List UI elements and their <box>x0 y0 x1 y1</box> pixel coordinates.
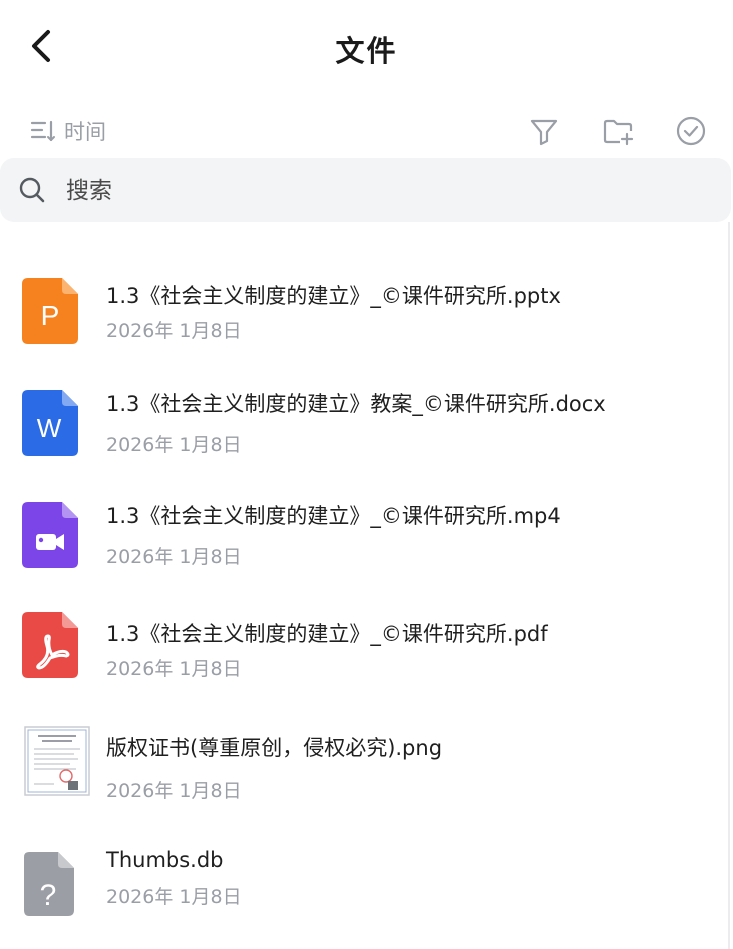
check-circle-icon <box>676 116 706 146</box>
file-list-item[interactable]: P 1.3《社会主义制度的建立》_©课件研究所.pptx 2026年 1月8日 <box>0 268 727 368</box>
folder-add-icon <box>603 119 634 146</box>
toolbar: 时间 <box>0 108 733 154</box>
new-folder-button[interactable] <box>601 114 635 148</box>
file-date: 2026年 1月8日 <box>106 886 242 908</box>
file-list-item[interactable]: 1.3《社会主义制度的建立》_©课件研究所.mp4 2026年 1月8日 <box>0 494 727 594</box>
file-name: 1.3《社会主义制度的建立》_©课件研究所.pdf <box>106 622 548 646</box>
file-list-item[interactable]: 版权证书(尊重原创，侵权必究).png 2026年 1月8日 <box>0 724 727 824</box>
filter-icon <box>530 119 558 146</box>
search-input[interactable] <box>64 170 688 212</box>
scroll-edge <box>728 222 730 949</box>
file-date: 2026年 1月8日 <box>106 320 242 342</box>
ppt-file-icon: P <box>22 278 78 344</box>
select-button[interactable] <box>674 114 708 148</box>
file-list-item[interactable]: 1.3《社会主义制度的建立》_©课件研究所.pdf 2026年 1月8日 <box>0 606 727 706</box>
file-list-item[interactable]: W 1.3《社会主义制度的建立》教案_©课件研究所.docx 2026年 1月8… <box>0 382 727 482</box>
file-date: 2026年 1月8日 <box>106 434 242 456</box>
svg-text:W: W <box>37 413 62 443</box>
file-date: 2026年 1月8日 <box>106 658 242 680</box>
filter-button[interactable] <box>527 114 561 148</box>
word-file-icon: W <box>22 390 78 456</box>
svg-text:P: P <box>41 300 60 331</box>
file-name: Thumbs.db <box>106 848 224 872</box>
certificate-image-thumbnail <box>24 726 90 796</box>
file-date: 2026年 1月8日 <box>106 780 242 802</box>
file-name: 版权证书(尊重原创，侵权必究).png <box>106 736 443 760</box>
svg-text:?: ? <box>40 879 57 912</box>
file-date: 2026年 1月8日 <box>106 546 242 568</box>
file-name: 1.3《社会主义制度的建立》教案_©课件研究所.docx <box>106 392 606 416</box>
file-name: 1.3《社会主义制度的建立》_©课件研究所.mp4 <box>106 504 561 528</box>
unknown-file-icon: ? <box>24 852 74 916</box>
search-bar <box>0 158 731 222</box>
pdf-file-icon <box>22 612 78 678</box>
search-icon <box>19 177 45 203</box>
top-bar: 文件 <box>0 0 733 96</box>
file-name: 1.3《社会主义制度的建立》_©课件研究所.pptx <box>106 284 561 308</box>
sort-icon <box>30 120 55 142</box>
file-list-item[interactable]: ? Thumbs.db 2026年 1月8日 <box>0 844 727 944</box>
sort-label: 时间 <box>64 120 106 144</box>
sort-by-time-button[interactable]: 时间 <box>30 116 106 146</box>
video-file-icon <box>22 502 78 568</box>
page-title: 文件 <box>335 34 398 68</box>
